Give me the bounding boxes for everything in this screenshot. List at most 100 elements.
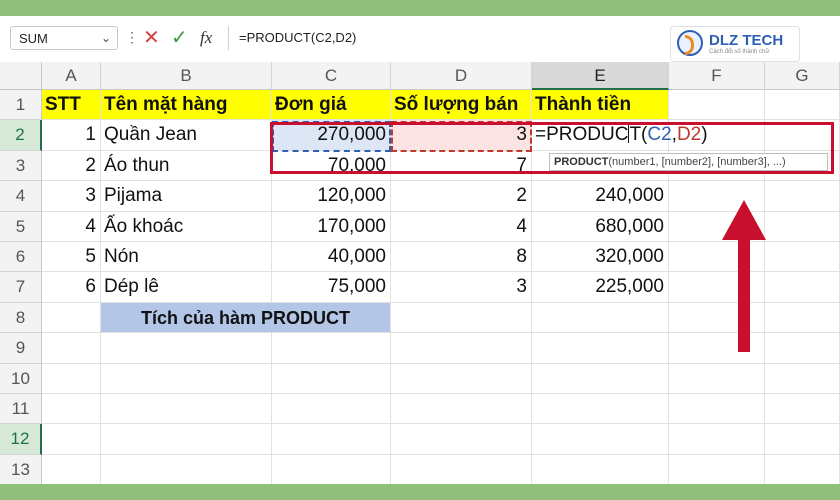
select-all-corner[interactable] xyxy=(0,62,42,90)
empty-cell[interactable] xyxy=(272,363,391,394)
empty-cell[interactable] xyxy=(391,454,532,486)
empty-cell[interactable] xyxy=(391,394,532,425)
empty-cell[interactable] xyxy=(101,333,272,364)
empty-cell[interactable] xyxy=(101,363,272,394)
row-header-6[interactable]: 6 xyxy=(0,242,42,273)
header-cell-don_gia[interactable]: Đơn giá xyxy=(272,90,391,121)
cell-f1[interactable] xyxy=(669,90,765,121)
row-header-4[interactable]: 4 xyxy=(0,181,42,212)
insert-function-icon[interactable]: fx xyxy=(200,27,212,49)
empty-cell[interactable] xyxy=(272,454,391,486)
empty-cell[interactable] xyxy=(42,394,101,425)
cell-ten-6[interactable]: Nón xyxy=(101,242,272,273)
empty-cell[interactable] xyxy=(101,454,272,486)
empty-cell[interactable] xyxy=(42,424,101,455)
cell-stt-2[interactable]: 1 xyxy=(42,120,101,151)
row-header-13[interactable]: 13 xyxy=(0,454,42,486)
cell-thanh_tien-7[interactable]: 225,000 xyxy=(532,272,669,303)
cell-r8-6[interactable] xyxy=(765,302,840,334)
cell-ten-2[interactable]: Quần Jean xyxy=(101,120,272,151)
row-header-1[interactable]: 1 xyxy=(0,90,42,121)
empty-cell[interactable] xyxy=(272,394,391,425)
column-header-a[interactable]: A xyxy=(42,62,101,90)
cell-g4[interactable] xyxy=(765,181,840,212)
empty-cell[interactable] xyxy=(669,363,765,394)
empty-cell[interactable] xyxy=(669,424,765,455)
name-box[interactable]: SUM ⌄ xyxy=(10,26,118,50)
chevron-down-icon[interactable]: ⌄ xyxy=(101,31,111,45)
cell-ten-4[interactable]: Pijama xyxy=(101,181,272,212)
cell-g6[interactable] xyxy=(765,242,840,273)
cell-so_luong-7[interactable]: 3 xyxy=(391,272,532,303)
cell-so_luong-6[interactable]: 8 xyxy=(391,242,532,273)
row-header-9[interactable]: 9 xyxy=(0,333,42,364)
cell-thanh_tien-6[interactable]: 320,000 xyxy=(532,242,669,273)
cell-g1[interactable] xyxy=(765,90,840,121)
cell-a8[interactable] xyxy=(42,302,101,334)
empty-cell[interactable] xyxy=(765,454,840,486)
cell-ten-5[interactable]: Ấo khoác xyxy=(101,211,272,242)
row-header-12[interactable]: 12 xyxy=(0,424,42,455)
empty-cell[interactable] xyxy=(272,424,391,455)
cell-stt-7[interactable]: 6 xyxy=(42,272,101,303)
cell-ten-7[interactable]: Dép lê xyxy=(101,272,272,303)
empty-cell[interactable] xyxy=(101,394,272,425)
cell-r8-3[interactable] xyxy=(391,302,532,334)
empty-cell[interactable] xyxy=(42,363,101,394)
column-header-e[interactable]: E xyxy=(532,62,669,90)
empty-cell[interactable] xyxy=(532,424,669,455)
cell-so_luong-4[interactable]: 2 xyxy=(391,181,532,212)
column-header-c[interactable]: C xyxy=(272,62,391,90)
cell-stt-3[interactable]: 2 xyxy=(42,150,101,182)
row-header-5[interactable]: 5 xyxy=(0,211,42,242)
row-header-2[interactable]: 2 xyxy=(0,120,42,151)
header-cell-thanh_tien[interactable]: Thành tiền xyxy=(532,90,669,121)
cell-don_gia-4[interactable]: 120,000 xyxy=(272,181,391,212)
header-cell-stt[interactable]: STT xyxy=(42,90,101,121)
column-header-f[interactable]: F xyxy=(669,62,765,90)
cell-ten-3[interactable]: Áo thun xyxy=(101,150,272,182)
row-header-11[interactable]: 11 xyxy=(0,394,42,425)
cell-g7[interactable] xyxy=(765,272,840,303)
enter-icon[interactable]: ✓ xyxy=(171,26,188,50)
empty-cell[interactable] xyxy=(532,333,669,364)
empty-cell[interactable] xyxy=(669,394,765,425)
cell-stt-6[interactable]: 5 xyxy=(42,242,101,273)
empty-cell[interactable] xyxy=(391,424,532,455)
empty-cell[interactable] xyxy=(532,454,669,486)
cell-g5[interactable] xyxy=(765,211,840,242)
column-header-g[interactable]: G xyxy=(765,62,840,90)
column-header-d[interactable]: D xyxy=(391,62,532,90)
cell-r8-4[interactable] xyxy=(532,302,669,334)
empty-cell[interactable] xyxy=(765,363,840,394)
summary-label-cell[interactable]: Tích của hàm PRODUCT xyxy=(101,302,391,334)
cell-don_gia-5[interactable]: 170,000 xyxy=(272,211,391,242)
cell-don_gia-7[interactable]: 75,000 xyxy=(272,272,391,303)
row-header-8[interactable]: 8 xyxy=(0,302,42,334)
empty-cell[interactable] xyxy=(42,454,101,486)
empty-cell[interactable] xyxy=(391,333,532,364)
cell-stt-4[interactable]: 3 xyxy=(42,181,101,212)
cell-don_gia-6[interactable]: 40,000 xyxy=(272,242,391,273)
empty-cell[interactable] xyxy=(765,424,840,455)
empty-cell[interactable] xyxy=(272,333,391,364)
empty-cell[interactable] xyxy=(669,454,765,486)
column-header-b[interactable]: B xyxy=(101,62,272,90)
cell-stt-5[interactable]: 4 xyxy=(42,211,101,242)
cell-thanh_tien-5[interactable]: 680,000 xyxy=(532,211,669,242)
empty-cell[interactable] xyxy=(391,363,532,394)
cell-so_luong-5[interactable]: 4 xyxy=(391,211,532,242)
empty-cell[interactable] xyxy=(532,363,669,394)
empty-cell[interactable] xyxy=(765,394,840,425)
row-header-7[interactable]: 7 xyxy=(0,272,42,303)
empty-cell[interactable] xyxy=(101,424,272,455)
more-options-icon[interactable]: ⋮ xyxy=(125,30,139,44)
empty-cell[interactable] xyxy=(532,394,669,425)
header-cell-ten[interactable]: Tên mặt hàng xyxy=(101,90,272,121)
cancel-icon[interactable]: ✕ xyxy=(143,26,160,50)
row-header-10[interactable]: 10 xyxy=(0,363,42,394)
row-header-3[interactable]: 3 xyxy=(0,150,42,182)
header-cell-so_luong[interactable]: Số lượng bán xyxy=(391,90,532,121)
cell-thanh_tien-4[interactable]: 240,000 xyxy=(532,181,669,212)
empty-cell[interactable] xyxy=(765,333,840,364)
